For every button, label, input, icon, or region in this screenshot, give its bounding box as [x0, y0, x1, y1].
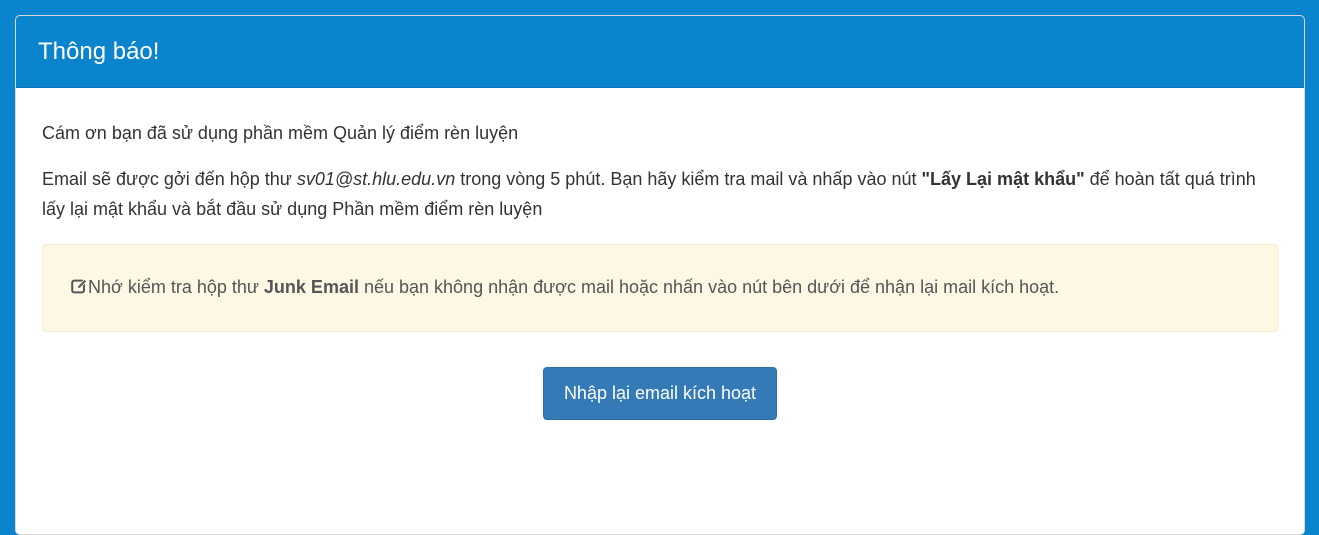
email-address: sv01@st.hlu.edu.vn [296, 169, 456, 189]
junk-email-warning: Nhớ kiểm tra hộp thư Junk Email nếu bạn … [42, 244, 1278, 332]
junk-email-label: Junk Email [263, 277, 359, 297]
panel-title: Thông báo! [38, 37, 160, 65]
button-row: Nhập lại email kích hoạt [42, 367, 1278, 420]
thanks-message: Cám ơn bạn đã sử dụng phần mềm Quản lý đ… [42, 123, 519, 143]
email-text-prefix: Email sẽ được gởi đến hộp thư [42, 169, 297, 189]
reset-button-name: "Lấy Lại mật khẩu" [921, 169, 1085, 189]
email-instructions: Email sẽ được gởi đến hộp thư sv01@st.hl… [42, 164, 1278, 224]
email-text-middle: trong vòng 5 phút. Bạn hãy kiểm tra mail… [455, 169, 922, 189]
warning-suffix: nếu bạn không nhận được mail hoặc nhấn v… [358, 277, 1060, 297]
notification-panel: Thông báo! Cám ơn bạn đã sử dụng phần mề… [15, 15, 1305, 535]
edit-icon [71, 272, 88, 294]
warning-prefix: Nhớ kiểm tra hộp thư [88, 277, 264, 297]
panel-body: Cám ơn bạn đã sử dụng phần mềm Quản lý đ… [16, 88, 1304, 420]
resend-activation-email-button[interactable]: Nhập lại email kích hoạt [542, 367, 778, 420]
panel-heading: Thông báo! [16, 16, 1304, 88]
